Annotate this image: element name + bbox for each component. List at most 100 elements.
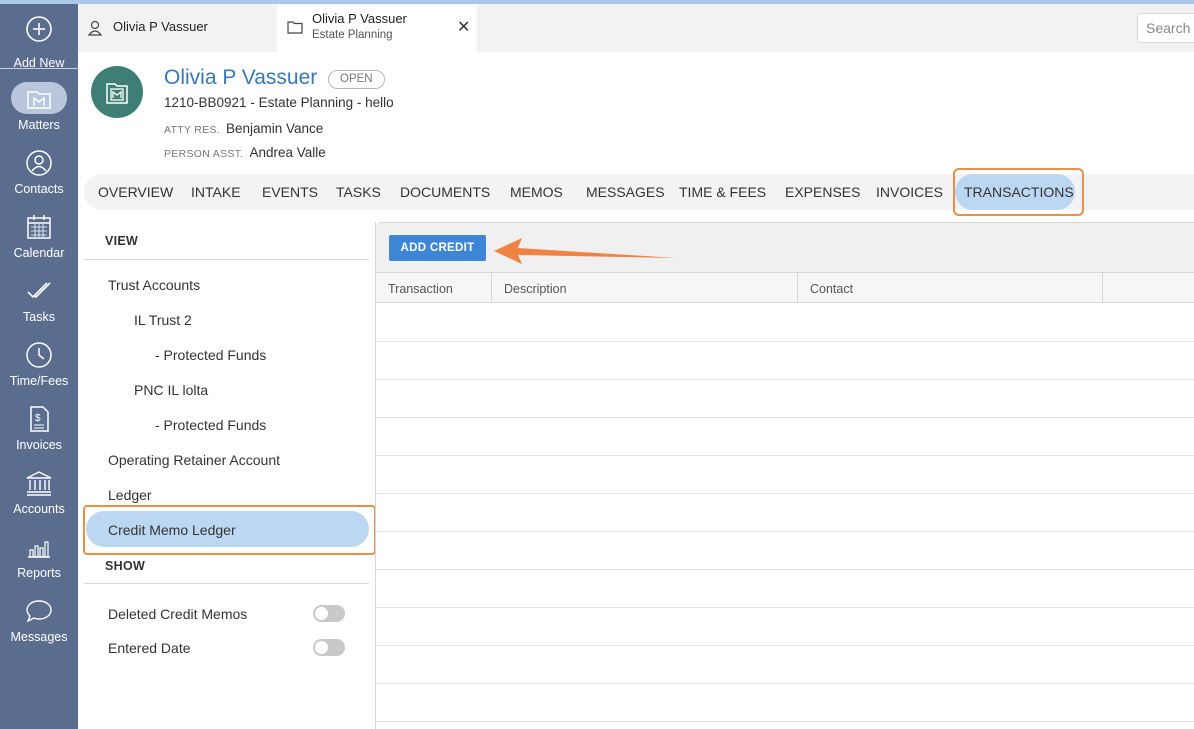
tab-events[interactable]: EVENTS (262, 184, 318, 200)
table-row (376, 455, 1194, 456)
tab-time-fees[interactable]: TIME & FEES (679, 184, 766, 200)
nav-label: Calendar (13, 246, 65, 260)
deleted-credit-memos-toggle[interactable] (313, 605, 345, 622)
tab-memos[interactable]: MEMOS (510, 184, 563, 200)
calendar-icon (27, 215, 51, 239)
tab-matter[interactable]: Olivia P Vassuer Estate Planning ✕ (277, 4, 477, 52)
nav-label: Tasks (23, 310, 55, 324)
tab-expenses[interactable]: EXPENSES (785, 184, 860, 200)
deleted-credit-memos-label: Deleted Credit Memos (108, 606, 248, 622)
matter-name[interactable]: Olivia P Vassuer (164, 66, 317, 90)
annotation-arrow-icon (494, 238, 676, 264)
nav-tasks[interactable]: Tasks (0, 268, 78, 332)
nav-label: Matters (18, 118, 60, 132)
divider (84, 583, 369, 584)
view-pnc-il-iolta[interactable]: PNC IL lolta (134, 382, 208, 398)
nav-label: Time/Fees (9, 374, 69, 388)
add-credit-button[interactable]: ADD CREDIT (389, 235, 486, 261)
nav-invoices[interactable]: $ Invoices (0, 396, 78, 460)
view-il-trust-2[interactable]: IL Trust 2 (134, 312, 192, 328)
view-protected-funds-2[interactable]: - Protected Funds (155, 417, 266, 433)
table-row (376, 493, 1194, 494)
table-row (376, 417, 1194, 418)
view-heading: VIEW (105, 234, 139, 248)
person-asst-label: PERSON ASST. (164, 148, 244, 160)
nav-divider (0, 68, 78, 69)
nav-matters[interactable]: Matters (0, 76, 78, 140)
matter-number: 1210-BB0921 - Estate Planning - hello (164, 95, 394, 110)
close-icon[interactable]: ✕ (457, 17, 470, 37)
tab-bar: Olivia P Vassuer Olivia P Vassuer Estate… (78, 4, 1194, 52)
toggle-knob (315, 607, 328, 620)
matters-icon (27, 91, 51, 109)
column-separator[interactable] (1102, 273, 1103, 303)
table-header: Transaction Description Contact (376, 272, 1194, 303)
atty-res-label: ATTY RES. (164, 124, 220, 136)
show-heading: SHOW (105, 559, 146, 573)
person-asst-row: PERSON ASST. Andrea Valle (164, 145, 326, 160)
divider (84, 259, 369, 260)
table-row (376, 683, 1194, 684)
invoice-icon: $ (30, 406, 49, 432)
table-row (376, 379, 1194, 380)
table-row (376, 721, 1194, 722)
svg-text:$: $ (35, 413, 41, 424)
person-asst-value: Andrea Valle (249, 145, 326, 160)
nav-label: Messages (10, 630, 68, 644)
transactions-tab-highlight (953, 168, 1084, 216)
nav-reports[interactable]: Reports (0, 524, 78, 588)
view-operating-retainer[interactable]: Operating Retainer Account (108, 452, 280, 468)
clock-icon (26, 342, 52, 368)
entered-date-toggle[interactable] (313, 639, 345, 656)
reports-icon (28, 541, 50, 558)
col-description[interactable]: Description (504, 282, 567, 296)
matter-folder-icon (106, 83, 128, 104)
view-ledger[interactable]: Ledger (108, 487, 152, 503)
nav-label: Invoices (16, 438, 62, 452)
nav-calendar[interactable]: Calendar (0, 204, 78, 268)
tab-contact-title: Olivia P Vassuer (113, 19, 208, 34)
folder-icon (287, 21, 303, 34)
chat-icon (26, 600, 52, 623)
table-row (376, 607, 1194, 608)
col-transaction[interactable]: Transaction (388, 282, 453, 296)
status-badge: OPEN (328, 70, 385, 89)
tab-contact[interactable]: Olivia P Vassuer (78, 4, 276, 52)
tab-messages[interactable]: MESSAGES (586, 184, 665, 200)
col-contact[interactable]: Contact (810, 282, 853, 296)
nav-label: Reports (17, 566, 61, 580)
tab-invoices[interactable]: INVOICES (876, 184, 943, 200)
credit-memo-ledger-highlight (83, 505, 376, 555)
table-row (376, 531, 1194, 532)
contacts-icon (26, 150, 52, 176)
search-input[interactable]: Search (1137, 13, 1194, 43)
nav-add-new[interactable]: Add New (0, 12, 78, 76)
entered-date-label: Entered Date (108, 640, 191, 656)
view-protected-funds-1[interactable]: - Protected Funds (155, 347, 266, 363)
view-trust-accounts[interactable]: Trust Accounts (108, 277, 200, 293)
table-row (376, 569, 1194, 570)
column-separator[interactable] (491, 273, 492, 303)
tab-matter-subtitle: Estate Planning (312, 29, 393, 41)
tab-documents[interactable]: DOCUMENTS (400, 184, 490, 200)
nav-contacts[interactable]: Contacts (0, 140, 78, 204)
tab-intake[interactable]: INTAKE (191, 184, 241, 200)
atty-res-value: Benjamin Vance (226, 121, 324, 136)
plus-circle-icon (26, 16, 52, 42)
nav-accounts[interactable]: Accounts (0, 460, 78, 524)
atty-res-row: ATTY RES. Benjamin Vance (164, 121, 323, 136)
nav-label: Accounts (13, 502, 65, 516)
tab-overview[interactable]: OVERVIEW (98, 184, 173, 200)
column-separator[interactable] (797, 273, 798, 303)
left-nav: Add New Matters Contacts Calendar Tasks … (0, 4, 78, 729)
table-row (376, 341, 1194, 342)
tasks-icon (27, 282, 51, 299)
nav-messages[interactable]: Messages (0, 588, 78, 652)
tab-tasks[interactable]: TASKS (336, 184, 381, 200)
nav-time-fees[interactable]: Time/Fees (0, 332, 78, 396)
nav-label: Contacts (14, 182, 64, 196)
tab-matter-title: Olivia P Vassuer (312, 11, 407, 26)
table-row (376, 645, 1194, 646)
matter-avatar (91, 66, 143, 118)
toggle-knob (315, 641, 328, 654)
